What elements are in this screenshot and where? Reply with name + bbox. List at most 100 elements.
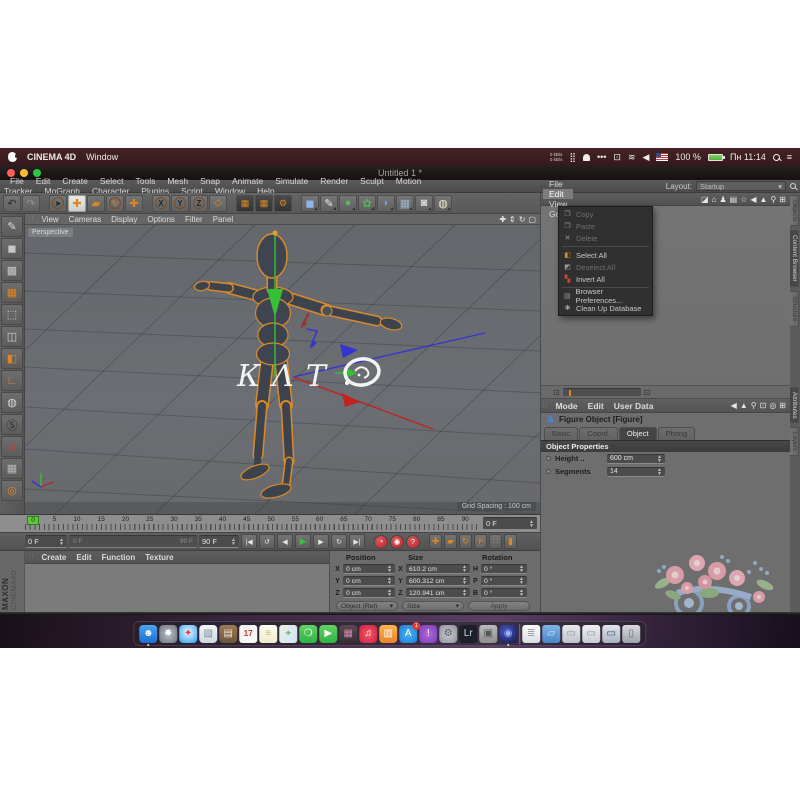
app-menu-item[interactable]: Sculpt — [354, 176, 390, 186]
browser-toolbar-icon-add[interactable]: ⊞ — [779, 195, 786, 204]
toolbar-button[interactable] — [228, 195, 235, 212]
dock-item-installer[interactable]: ▣ — [479, 625, 497, 643]
dock-item-trash[interactable]: ▯ — [622, 625, 640, 643]
range-start-field[interactable]: 0 F▲▼ — [25, 535, 67, 548]
toolbar-button-lock-z-axis[interactable]: Z — [190, 195, 208, 212]
menubar-clock[interactable]: Пн 11:14 — [730, 152, 766, 162]
toolbar-button-add-cube-object[interactable]: ◼ — [301, 195, 319, 212]
mode-button-polygons-mode[interactable]: ◧ — [1, 348, 23, 369]
toolbar-button-lock-x-axis[interactable]: X — [152, 195, 170, 212]
viewport-nav-maximize-view[interactable]: ▢ — [528, 215, 536, 224]
app-menu-item[interactable]: Simulate — [269, 176, 314, 186]
attribute-tab[interactable]: Object — [619, 427, 657, 440]
side-tab[interactable]: Layers — [790, 427, 799, 456]
thumbnail-size-slider[interactable] — [563, 388, 641, 396]
mode-button-locked-workplane[interactable]: ▦ — [1, 458, 23, 479]
keyframe-dot-icon[interactable] — [546, 456, 551, 461]
section-header[interactable]: Object Properties — [541, 440, 790, 452]
side-tab[interactable]: Objects — [790, 195, 799, 226]
menu-item[interactable] — [562, 246, 649, 247]
dock-item-messages[interactable]: ❍ — [299, 625, 317, 643]
app-menu-item[interactable]: Select — [94, 176, 130, 186]
large-thumbnail-icon[interactable]: ⊡ — [644, 388, 651, 397]
transport-button-key-point-level[interactable]: ∷ — [489, 534, 502, 549]
viewport-menu-item[interactable]: View — [36, 215, 63, 224]
browser-toolbar-icon-favorites[interactable]: ☆ — [740, 195, 747, 204]
notification-bell-icon[interactable] — [583, 154, 590, 161]
attribute-toolbar-icon-search[interactable]: ⚲ — [751, 401, 757, 410]
side-tab[interactable]: Attributes — [790, 387, 799, 424]
menu-item[interactable]: ◩Deselect All — [559, 261, 652, 273]
browser-menu-item[interactable]: File — [543, 179, 573, 189]
menu-item[interactable]: ◧Select All — [559, 249, 652, 261]
wifi-icon[interactable]: ≋ — [628, 152, 636, 163]
axis-gizmo[interactable] — [267, 231, 485, 430]
mode-button-texture-mode[interactable]: ▩ — [1, 260, 23, 281]
browser-toolbar-icon-back[interactable]: ◀ — [750, 195, 756, 204]
menu-item[interactable]: ▤Browser Preferences... — [559, 290, 652, 302]
attribute-toolbar-icon-tracking[interactable]: ◎ — [769, 401, 776, 410]
mode-button-workplane-mode[interactable]: ▦ — [1, 282, 23, 303]
toolbar-button-coordinate-system[interactable]: ⬦ — [209, 195, 227, 212]
volume-icon[interactable]: ◀ — [642, 152, 649, 163]
browser-toolbar-icon-home[interactable]: ⌂ — [712, 195, 717, 204]
side-tab[interactable]: Content Browser — [790, 230, 799, 287]
toolbar-button-render-view[interactable]: ▦ — [236, 195, 254, 212]
rotation-field[interactable]: 0 °▲▼ — [481, 564, 527, 574]
position-field[interactable]: 0 cm▲▼ — [343, 576, 395, 586]
app-menu-item[interactable]: File — [4, 176, 30, 186]
attribute-menu-item[interactable]: User Data — [609, 401, 659, 411]
app-menu-item[interactable]: Snap — [194, 176, 226, 186]
dock-item-facetime[interactable]: ▶ — [319, 625, 337, 643]
transport-button-key-position[interactable]: ✚ — [429, 534, 442, 549]
transport-button-goto-start[interactable]: |◀ — [241, 534, 257, 549]
toolbar-button-add-camera[interactable]: ◙ — [415, 195, 433, 212]
transport-button-key-scale[interactable]: ▰ — [444, 534, 457, 549]
dock-item-screenshot-1[interactable]: ▭ — [562, 625, 580, 643]
dock-item-screenshot-3[interactable]: ▭ — [602, 625, 620, 643]
cpu-meter-icon[interactable]: ⣿ — [569, 152, 576, 163]
transport-button-play-backward[interactable]: ↺ — [259, 534, 275, 549]
toolbar-button-live-selection[interactable]: ➤ — [49, 195, 67, 212]
attribute-tab[interactable]: Coord. — [579, 427, 618, 440]
viewport-canvas[interactable]: КΛТ — [25, 225, 540, 514]
spotlight-search-icon[interactable] — [773, 154, 780, 161]
transport-button[interactable] — [422, 534, 427, 549]
viewport-menu-item[interactable]: Cameras — [64, 215, 106, 224]
mode-button-planar-workplane[interactable]: ◎ — [1, 480, 23, 501]
app-menu-item[interactable]: Edit — [30, 176, 57, 186]
mode-button-points-mode[interactable]: ⬚ — [1, 304, 23, 325]
attribute-toolbar-icon-lock[interactable]: ⊡ — [760, 401, 767, 410]
dock-item-calendar[interactable]: 17 — [239, 625, 257, 643]
small-thumbnail-icon[interactable]: ⊡ — [553, 388, 560, 397]
preview-range-slider[interactable]: 0 F 90 F — [69, 535, 197, 548]
dock-item-document[interactable]: ≣ — [522, 625, 540, 643]
toolbar-button-add-floor[interactable]: ▦ — [396, 195, 414, 212]
toolbar-button-rotate-tool[interactable]: ↻ — [106, 195, 124, 212]
coords-mode-dropdown[interactable]: Object (Rel)▾ — [336, 601, 398, 611]
material-list-area[interactable] — [25, 564, 329, 612]
mode-button-magnet[interactable]: ∪ — [1, 436, 23, 457]
keyframe-dot-icon[interactable] — [546, 469, 551, 474]
mode-button-edges-mode[interactable]: ◫ — [1, 326, 23, 347]
dock-item-system-preferences[interactable]: ⚙ — [439, 625, 457, 643]
dock-item-ibooks[interactable]: ▥ — [379, 625, 397, 643]
macos-app-menu[interactable]: CINEMA 4D — [27, 152, 76, 162]
dock-item-folder[interactable]: ▱ — [542, 625, 560, 643]
menu-item[interactable]: ✱Clean Up Database — [559, 302, 652, 314]
timeline-ruler[interactable]: 051015202530354045505560657075808590 0 0… — [0, 514, 540, 532]
dock-item-screenshot-2[interactable]: ▭ — [582, 625, 600, 643]
toolbar-button-lock-y-axis[interactable]: Y — [171, 195, 189, 212]
display-icon[interactable]: ⊡ — [613, 152, 621, 163]
toolbar-button[interactable] — [293, 195, 300, 212]
attribute-menu-item[interactable]: Edit — [583, 401, 609, 411]
dock-item-cinema-4d[interactable]: ◉ — [499, 625, 517, 643]
material-menu-item[interactable]: Function — [96, 553, 140, 562]
input-language-flag-icon[interactable] — [656, 153, 668, 161]
panel-drag-handle[interactable]: ∷ — [543, 402, 548, 410]
viewport-nav-rotate-view[interactable]: ↻ — [519, 215, 526, 224]
dock-item-launchpad[interactable]: ✹ — [159, 625, 177, 643]
menu-item[interactable]: ❐Paste — [559, 220, 652, 232]
transport-button-key-rotation[interactable]: ↻ — [459, 534, 472, 549]
transport-button-minimal-mode[interactable]: ▮ — [504, 534, 517, 549]
